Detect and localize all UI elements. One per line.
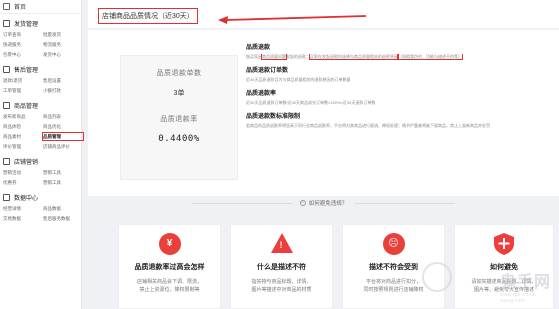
refund-count-label: 品质退款单数 xyxy=(156,70,202,77)
sidebar-item-product-optimize[interactable]: 商品优化 xyxy=(43,123,83,130)
sidebar-item-logistics[interactable]: 物流服务 xyxy=(43,41,83,48)
definition-title: 品质退款 xyxy=(246,45,271,51)
tip-card-desc: 店铺相关商品会下调、限流， xyxy=(136,279,202,285)
marketing-icon xyxy=(3,157,10,165)
sidebar-item-product-check[interactable]: 商品体检 xyxy=(3,123,43,130)
watermark-brand: 鬼手网 xyxy=(500,274,552,291)
yen-icon: ¥ xyxy=(158,233,181,255)
sidebar-item-package[interactable]: 包裹中心 xyxy=(3,51,43,58)
metric-box: 品质退款单数 3单 品质退款率 0.4400% xyxy=(120,55,238,180)
sidebar-section-title[interactable]: 发货管理 xyxy=(0,18,81,28)
tip-divider: ? 如何避免违规？ xyxy=(88,196,559,210)
sidebar-item-business[interactable]: 经营详情 xyxy=(3,205,43,212)
sidebar-item-product-data[interactable]: 商品数据 xyxy=(43,205,83,212)
sidebar-home[interactable]: 首页 xyxy=(0,0,81,14)
refund-rate-value: 0.4400% xyxy=(158,134,200,144)
warning-icon: ! xyxy=(270,233,293,253)
question-icon: ? xyxy=(299,200,306,206)
tip-card[interactable]: ¥ 品质退款率过高会怎样 店铺相关商品会下调、限流， 禁止上资源位，降权限制等 xyxy=(118,224,221,309)
sidebar: 首页 发货管理 订单查询 批量发货 快递服务 物流服务 包裹中心 发货中心 售后… xyxy=(0,0,84,309)
divider-line xyxy=(355,202,456,204)
tip-card-desc: 指实物与商品标题、详情、 xyxy=(251,279,312,285)
watermark-url: www.gui-shou-wang.com xyxy=(500,292,537,304)
sad-face-icon: ☹ xyxy=(382,233,405,255)
sidebar-item-ship-center[interactable]: 发货中心 xyxy=(43,51,83,58)
sidebar-section-title[interactable]: 商品管理 xyxy=(0,100,81,110)
sidebar-item-new-product[interactable]: 发布新商品 xyxy=(3,113,43,120)
definitions: 品质退款 指买家因商品质量问题发起的退款：买家在发起退款时选择与商品质量相关的退… xyxy=(246,42,552,134)
sidebar-item-product-list[interactable]: 商品列表 xyxy=(43,113,83,120)
refund-count-value: 3单 xyxy=(173,90,185,97)
chart-icon xyxy=(3,193,10,201)
tip-cards: ¥ 品质退款率过高会怎样 店铺相关商品会下调、限流， 禁止上资源位，降权限制等 … xyxy=(118,224,558,309)
watermark: 鬼手网 www.gui-shou-wang.com xyxy=(500,268,556,306)
sidebar-item-product-material[interactable]: 商品素材 xyxy=(3,133,43,140)
sidebar-item-order-query[interactable]: 订单查询 xyxy=(3,31,43,38)
definition-text: 指买家因商品质量问题发起的退款：买家在发起退款时选择与商品质量相关的退款原因（如… xyxy=(246,54,463,60)
definition-title: 品质退款率 xyxy=(246,91,277,97)
sidebar-item-campaign[interactable]: 营销活动 xyxy=(3,169,43,176)
sidebar-item-shop-review[interactable]: 店铺商品评价 xyxy=(43,143,83,150)
sidebar-item-express[interactable]: 快递服务 xyxy=(3,41,43,48)
sidebar-section-title[interactable]: 售后管理 xyxy=(0,64,81,74)
sidebar-item-marketing-tool-2[interactable]: 营销工具 xyxy=(43,179,83,186)
sidebar-item-marketing-tool[interactable]: 营销工具 xyxy=(43,169,83,176)
header-bar: 店铺商品品质情况（近30天） xyxy=(88,0,559,28)
tip-card[interactable]: ! 什么是描述不符 指实物与商品标题、详情、 图片等描述中对商品的材质 xyxy=(230,224,333,309)
tip-card-title: 品质退款率过高会怎样 xyxy=(134,264,205,271)
sidebar-section-shipping: 发货管理 订单查询 批量发货 快递服务 物流服务 包裹中心 发货中心 xyxy=(0,14,81,60)
definition-item: 品质退款 指买家因商品质量问题发起的退款：买家在发起退款时选择与商品质量相关的退… xyxy=(246,42,552,60)
highlight-refund-reason: 买家在发起退款时选择与商品质量相关的退款原因 xyxy=(309,54,399,60)
sidebar-item-ticket[interactable]: 工单管理 xyxy=(3,87,43,94)
sidebar-item-trade-data[interactable]: 交易数据 xyxy=(3,215,43,222)
tip-card-desc: 图片等描述中对商品的材质 xyxy=(251,287,312,293)
sidebar-section-aftersale: 售后管理 退款/退货 售后设置 工单管理 小额打款 xyxy=(0,60,81,96)
truck-icon xyxy=(3,19,10,27)
highlight-quality-issue: 商品质量问题 xyxy=(261,54,287,60)
definition-item: 品质退款数标准限制 若商品的品质退款率明显高于同行业商品退款率，平台将对其商品进… xyxy=(246,111,552,129)
definition-title: 品质退款数标准限制 xyxy=(246,114,301,120)
refund-rate-label: 品质退款率 xyxy=(160,116,198,123)
sidebar-item-refund[interactable]: 退款/退货 xyxy=(3,77,43,84)
definition-item: 品质退款率 近30天品质退款订单数/近30天商品成交订单数×100%=近30天退… xyxy=(246,88,552,106)
divider-line xyxy=(191,202,292,204)
sidebar-section-title[interactable]: 店铺营销 xyxy=(0,156,81,166)
sidebar-item-batch-ship[interactable]: 批量发货 xyxy=(43,31,83,38)
tip-title: 如何避免违规？ xyxy=(308,201,348,207)
tip-card-title: 什么是描述不符 xyxy=(257,264,306,271)
home-icon xyxy=(3,3,10,10)
shield-icon xyxy=(494,233,514,255)
definition-text: 近30天品质退款订单数/近30天商品成交订单数×100%=近30天退款订单数 xyxy=(246,100,376,105)
sidebar-item-small-pay[interactable]: 小额打款 xyxy=(43,87,83,94)
aftersale-icon xyxy=(3,65,10,73)
page-title: 店铺商品品质情况（近30天） xyxy=(98,8,198,24)
sidebar-section-product: 商品管理 发布新商品 商品列表 商品体检 商品优化 商品素材 品质管理 评价管理… xyxy=(0,96,84,152)
annotation-arrow-icon xyxy=(218,15,367,24)
sidebar-item-quality[interactable]: 品质管理 xyxy=(42,132,84,141)
sidebar-section-data: 数据中心 经营详情 商品数据 交易数据 售后服务数据 xyxy=(0,188,81,224)
sidebar-item-coupon[interactable]: 优惠券 xyxy=(3,179,43,186)
sidebar-section-title[interactable]: 数据中心 xyxy=(0,192,81,202)
sidebar-section-marketing: 店铺营销 营销活动 营销工具 优惠券 营销工具 xyxy=(0,152,81,188)
highlight-examples: （如假冒伪劣、功能与描述不符等） xyxy=(397,54,463,60)
definition-title: 品质退款订单数 xyxy=(246,68,289,74)
definition-text: 近30天品质退款且为与商品质量相关的退款原因的订单数量 xyxy=(246,77,351,82)
product-icon xyxy=(3,101,10,109)
sidebar-home-label: 首页 xyxy=(14,5,27,11)
page: 首页 发货管理 订单查询 批量发货 快递服务 物流服务 包裹中心 发货中心 售后… xyxy=(0,0,559,309)
quality-card: 品质退款单数 3单 品质退款率 0.4400% 品质退款 指买家因商品质量问题发… xyxy=(88,30,559,196)
tip-card-desc: 禁止上资源位，降权限制等 xyxy=(139,287,200,293)
watermark-logo-icon xyxy=(422,262,452,292)
sidebar-item-review[interactable]: 评价管理 xyxy=(3,143,43,150)
definition-item: 品质退款订单数 近30天品质退款且为与商品质量相关的退款原因的订单数量 xyxy=(246,65,552,83)
definition-text: 若商品的品质退款率明显高于同行业商品退款率，平台将对其商品进行限流、降权处理；情… xyxy=(246,123,490,128)
sidebar-item-aftersale-settings[interactable]: 售后设置 xyxy=(43,77,83,84)
sidebar-item-service-data[interactable]: 售后服务数据 xyxy=(43,215,83,222)
